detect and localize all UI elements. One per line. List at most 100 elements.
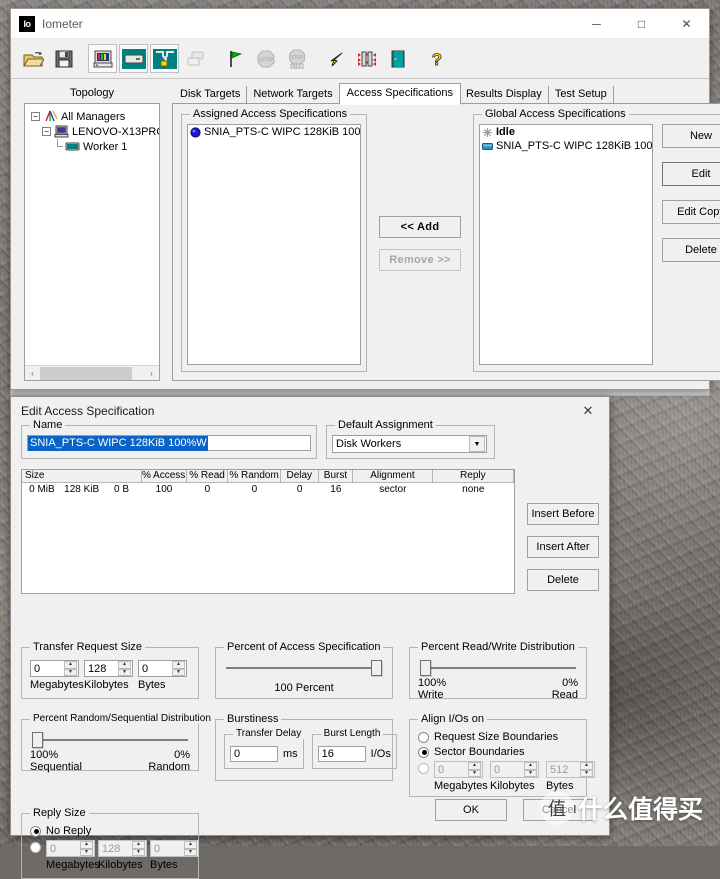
slider-track [420,667,576,669]
tab-test-setup[interactable]: Test Setup [549,86,614,104]
percent-of-access-spec-group: Percent of Access Specification 100 Perc… [215,647,393,699]
random-sequential-slider[interactable] [32,732,188,748]
percent-access-value: 100 Percent [224,682,384,694]
no-reply-label: No Reply [46,825,91,837]
help-icon[interactable]: ? [422,44,451,73]
align-sector-option[interactable]: Sector Boundaries [418,746,578,758]
global-spec-list[interactable]: Idle SNIA_PTS-C WIPC 128KiB 100... [479,124,653,365]
new-worker-icon[interactable] [119,44,148,73]
topology-horizontal-scrollbar[interactable]: ‹ › [25,365,159,380]
minimize-button[interactable]: ─ [574,9,619,39]
maximize-button[interactable]: □ [619,9,664,39]
list-item[interactable]: Idle [480,125,652,139]
align-sector-label: Sector Boundaries [434,746,525,758]
disconnect-icon[interactable] [150,44,179,73]
transfer-bytes-stepper[interactable]: 0 ▲▼ [138,660,187,677]
name-input[interactable]: SNIA_PTS-C WIPC 128KiB 100%W [27,435,311,451]
dialog-settings-area: Transfer Request Size 0 ▲▼ Megabytes 128 [21,647,601,879]
delete-row-button[interactable]: Delete [527,569,599,591]
tree-node-worker[interactable]: Worker 1 [29,139,157,154]
radio-icon[interactable] [30,826,41,837]
column-header-access: % Access [142,470,187,483]
scrollbar-thumb[interactable] [40,367,132,380]
column-header-burst: Burst [319,470,353,483]
cell-alignment: sector [353,483,433,496]
random-sequential-group: Percent Random/Sequential Distribution 1… [21,719,199,771]
burstiness-group: Burstiness Transfer Delay 0 ms Burst Len… [215,719,393,781]
reply-bytes-field: 0 ▲▼ Bytes [150,840,202,871]
access-spec-table[interactable]: Size % Access % Read % Random Delay Burs… [21,469,515,594]
reset-icon[interactable] [321,44,350,73]
align-custom-fields: 0 ▲▼ Megabytes 0 ▲▼ Kilobytes [434,761,602,792]
stepper-arrows-icon: ▲▼ [80,841,93,856]
open-config-icon[interactable] [18,44,47,73]
new-manager-icon[interactable] [88,44,117,73]
write-end: 100% Write [418,677,446,701]
insert-before-button[interactable]: Insert Before [527,503,599,525]
align-request-size-option[interactable]: Request Size Boundaries [418,731,578,743]
edit-copy-button[interactable]: Edit Copy [662,200,720,224]
list-item[interactable]: SNIA_PTS-C WIPC 128KiB 100... [188,125,360,139]
transfer-delay-input[interactable]: 0 [230,746,278,762]
table-row[interactable]: 0 MiB 128 KiB 0 B 100 0 0 0 16 sector no… [22,483,514,496]
radio-icon[interactable] [30,842,41,853]
align-megabytes-field: 0 ▲▼ Megabytes [434,761,490,792]
read-write-slider[interactable] [420,660,576,676]
start-tests-icon[interactable] [220,44,249,73]
transfer-megabytes-stepper[interactable]: 0 ▲▼ [30,660,79,677]
stepper-arrows-icon[interactable]: ▲▼ [64,661,77,676]
scroll-right-icon[interactable]: › [144,366,159,380]
insert-after-button[interactable]: Insert After [527,536,599,558]
close-button[interactable]: ✕ [664,9,709,39]
tab-access-specifications[interactable]: Access Specifications [339,83,461,105]
expander-icon[interactable]: − [42,127,51,136]
tab-network-targets[interactable]: Network Targets [247,86,339,104]
reply-custom-option[interactable]: 0 ▲▼ Megabytes 128 ▲▼ Kilobytes [30,840,190,871]
slider-thumb[interactable] [420,660,431,676]
transfer-kilobytes-stepper[interactable]: 128 ▲▼ [84,660,133,677]
edit-button[interactable]: Edit [662,162,720,186]
read-write-endpoints: 100% Write 0% Read [418,677,578,701]
align-custom-option[interactable]: 0 ▲▼ Megabytes 0 ▲▼ Kilobytes [418,761,578,792]
slider-thumb[interactable] [371,660,382,676]
tree-node-all-managers[interactable]: − All Managers [29,109,157,124]
new-button[interactable]: New [662,124,720,148]
radio-icon[interactable] [418,732,429,743]
transfer-size-fields: 0 ▲▼ Megabytes 128 ▲▼ Kilobytes [30,660,190,691]
align-bytes-field: 512 ▲▼ Bytes [546,761,602,792]
default-assignment-select[interactable]: Disk Workers ▼ [332,435,487,453]
add-button[interactable]: << Add [379,216,461,238]
list-item[interactable]: SNIA_PTS-C WIPC 128KiB 100... [480,139,652,153]
percent-access-slider[interactable] [226,660,382,676]
assignment-value: Disk Workers [333,438,469,450]
align-megabytes-stepper: 0 ▲▼ [434,761,483,778]
expander-icon[interactable]: − [31,112,40,121]
burst-length-input[interactable]: 16 [318,746,366,762]
access-spec-icon[interactable] [352,44,381,73]
global-spec-buttons: New Edit Edit Copy Delete [662,124,720,371]
chevron-down-icon[interactable]: ▼ [469,436,485,452]
tree-node-manager[interactable]: − LENOVO-X13PRO [29,124,157,139]
global-item-label: Idle [496,126,515,138]
slider-thumb[interactable] [32,732,43,748]
scroll-left-icon[interactable]: ‹ [25,366,40,380]
radio-icon[interactable] [418,763,429,774]
assigned-spec-list[interactable]: SNIA_PTS-C WIPC 128KiB 100... [187,124,361,365]
stepper-arrows-icon[interactable]: ▲▼ [172,661,185,676]
cancel-button[interactable]: Cancel [523,799,595,821]
exit-icon[interactable] [383,44,412,73]
no-reply-option[interactable]: No Reply [30,825,190,837]
topology-tree[interactable]: − All Managers − [24,103,160,381]
ok-button[interactable]: OK [435,799,507,821]
dialog-title: Edit Access Specification [11,404,567,418]
delete-button[interactable]: Delete [662,238,720,262]
idle-icon [482,127,493,138]
cell-size-bytes: 0 B [102,483,142,496]
tab-disk-targets[interactable]: Disk Targets [174,86,247,104]
duplicate-worker-icon [181,44,210,73]
dialog-close-button[interactable]: ✕ [567,397,609,425]
stepper-arrows-icon[interactable]: ▲▼ [118,661,131,676]
radio-icon[interactable] [418,747,429,758]
tab-results-display[interactable]: Results Display [460,86,549,104]
save-config-icon[interactable] [49,44,78,73]
